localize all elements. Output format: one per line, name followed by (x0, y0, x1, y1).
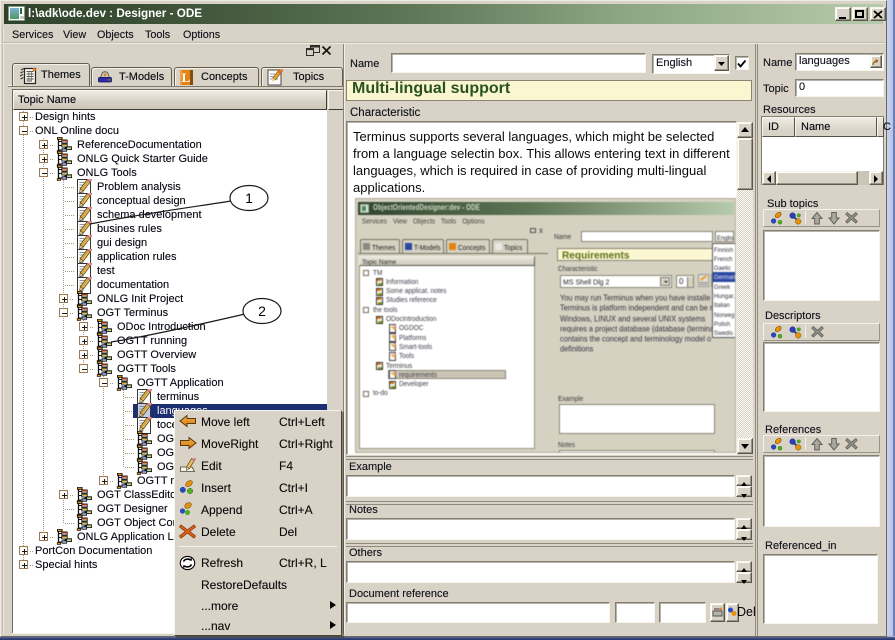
svg-text:1: 1 (245, 190, 253, 206)
svg-text:L: L (182, 70, 191, 85)
svg-text:2: 2 (258, 303, 266, 319)
